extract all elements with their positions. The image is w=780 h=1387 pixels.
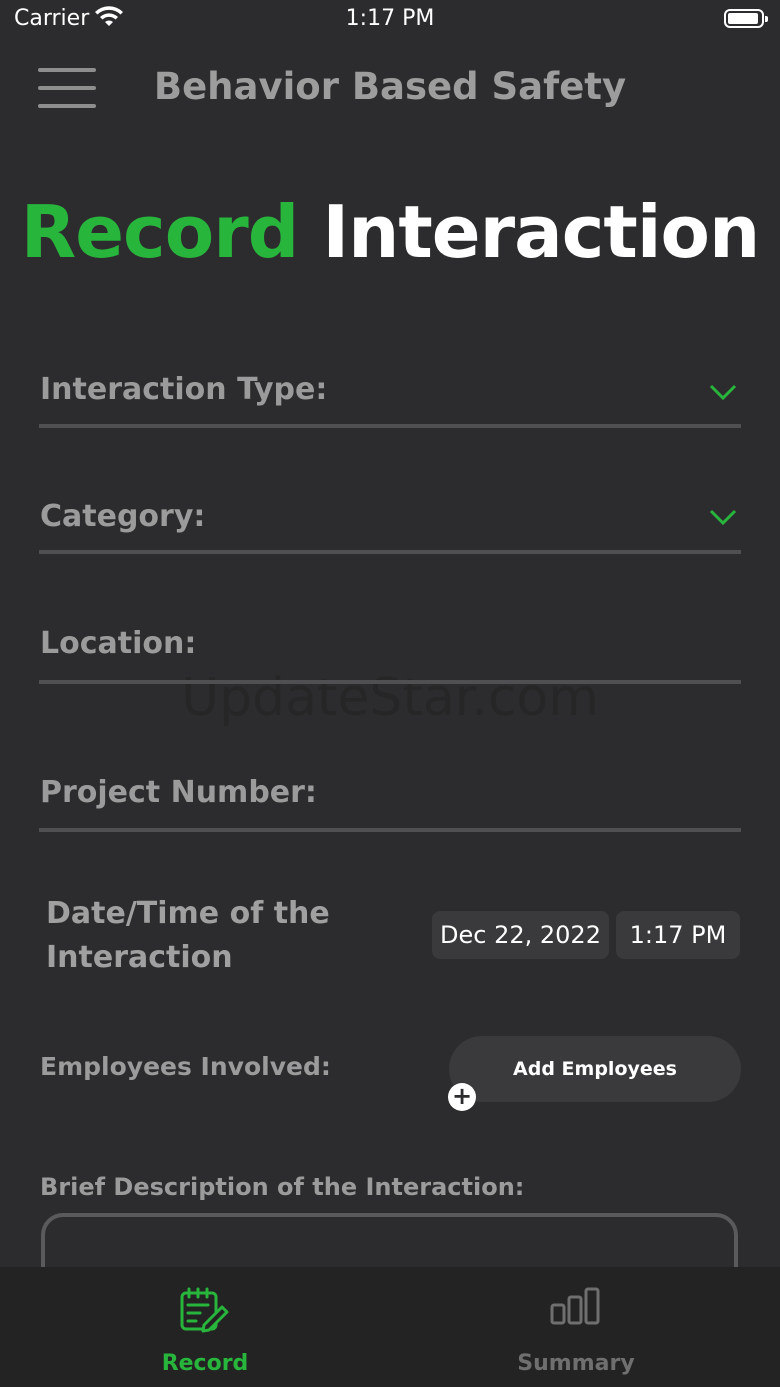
interaction-type-dropdown-label[interactable]: Interaction Type: <box>40 372 327 407</box>
category-chevron-down-icon[interactable] <box>708 507 738 527</box>
category-dropdown-label[interactable]: Category: <box>40 499 205 534</box>
tab-record[interactable]: Record <box>0 1267 390 1387</box>
employees-involved-label: Employees Involved: <box>40 1052 331 1081</box>
date-picker-button[interactable]: Dec 22, 2022 <box>432 911 609 959</box>
tab-record-label: Record <box>161 1351 249 1376</box>
datetime-label: Date/Time of the Interaction <box>46 896 330 975</box>
tab-bar: Record Summary <box>0 1267 780 1387</box>
location-underline <box>39 680 741 684</box>
project-number-underline <box>39 828 741 832</box>
battery-icon <box>724 9 768 28</box>
record-edit-icon <box>180 1287 229 1333</box>
interaction-type-underline <box>39 424 741 428</box>
interaction-type-chevron-down-icon[interactable] <box>708 382 738 402</box>
location-field-label[interactable]: Location: <box>40 626 196 661</box>
tab-summary-label: Summary <box>517 1351 635 1376</box>
page-title: Record Interaction <box>0 190 780 274</box>
status-time: 1:17 PM <box>345 6 435 31</box>
project-number-field-label[interactable]: Project Number: <box>40 775 317 810</box>
time-picker-button[interactable]: 1:17 PM <box>616 911 740 959</box>
bar-chart-icon <box>550 1287 600 1325</box>
description-label: Brief Description of the Interaction: <box>40 1173 525 1201</box>
page-title-rest: Interaction <box>322 190 760 274</box>
add-employees-button[interactable]: Add Employees <box>449 1036 741 1102</box>
category-underline <box>39 550 741 554</box>
watermark: UpdateStar.com <box>181 668 599 728</box>
plus-icon[interactable]: + <box>448 1083 476 1111</box>
tab-summary[interactable]: Summary <box>370 1267 780 1387</box>
page-title-accent: Record <box>20 190 299 274</box>
app-title: Behavior Based Safety <box>153 65 627 108</box>
